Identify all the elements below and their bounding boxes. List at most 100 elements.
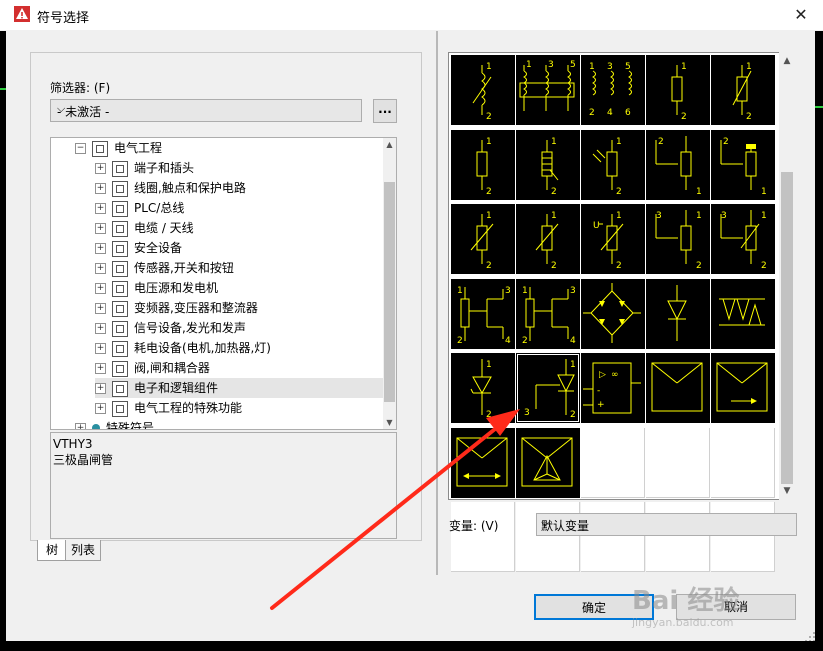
expand-icon[interactable]: + — [75, 423, 86, 429]
scroll-up-icon[interactable]: ▲ — [383, 138, 396, 151]
watermark-text: Bai 经验 — [632, 586, 740, 616]
empty-cell — [711, 427, 775, 498]
expand-icon[interactable]: + — [95, 303, 106, 314]
potentiometer-cell[interactable]: 21 — [646, 129, 710, 200]
coil-triple-cell[interactable]: 1 3 5 2 4 6 — [581, 55, 645, 125]
tree-node-label: PLC/总线 — [134, 201, 185, 215]
scroll-thumb[interactable] — [384, 182, 395, 402]
trimmer-resistor-cell[interactable]: 12 — [451, 204, 515, 274]
solar-cell-cell[interactable] — [646, 353, 710, 423]
resistor-cell[interactable]: 12 — [646, 55, 710, 125]
close-button[interactable]: ✕ — [786, 2, 816, 28]
expand-icon[interactable]: + — [95, 283, 106, 294]
bridge-rectifier-cell[interactable] — [581, 278, 645, 349]
svg-text:2: 2 — [616, 261, 622, 271]
scroll-down-icon[interactable]: ▼ — [383, 416, 396, 429]
cad-canvas-bottom — [0, 641, 823, 651]
grid-scrollbar[interactable]: ▲ ▼ — [779, 52, 795, 500]
expand-icon[interactable]: + — [95, 403, 106, 414]
tree-node[interactable]: + 电缆 / 天线 — [95, 218, 383, 238]
solar-cell-triangle-cell[interactable] — [516, 427, 580, 498]
svg-text:1: 1 — [486, 137, 492, 147]
symbol-grid[interactable]: 12135135246121212121221211212U1231231213… — [448, 52, 780, 572]
transformer-multi-cell[interactable]: 1 3 5 — [516, 55, 580, 125]
expand-icon[interactable]: + — [95, 223, 106, 234]
expand-icon[interactable]: + — [95, 243, 106, 254]
svg-text:3: 3 — [656, 211, 662, 221]
expand-icon[interactable]: + — [95, 183, 106, 194]
tree-node-label: 信号设备,发光和发声 — [134, 321, 246, 335]
filter-dropdown[interactable]: - 未激活 - ⌵ — [50, 99, 362, 122]
tree-node[interactable]: + 传感器,开关和按钮 — [95, 258, 383, 278]
fuse-resistor-cell[interactable]: 12 — [516, 129, 580, 200]
panel-splitter[interactable] — [436, 31, 438, 575]
op-amp-cell[interactable]: ▷ ∞ - + — [581, 353, 645, 423]
scroll-up-icon[interactable]: ▲ — [779, 54, 795, 69]
heater-resistor-cell[interactable]: 12 — [451, 129, 515, 200]
potentiometer-adjust-cell[interactable]: 21 — [711, 129, 775, 200]
filter-browse-button[interactable]: ... — [373, 99, 397, 123]
tree-node[interactable]: + 安全设备 — [95, 238, 383, 258]
trim-pot-3pin-cell[interactable]: 3 1 2 — [711, 204, 775, 274]
empty-cell — [451, 502, 515, 572]
expand-icon[interactable]: + — [95, 343, 106, 354]
svg-text:▷: ▷ — [599, 370, 606, 380]
scroll-thumb[interactable] — [781, 172, 793, 484]
chevron-down-icon: ⌵ — [57, 102, 66, 115]
chevron-down-icon: ⌵ — [541, 516, 550, 529]
diode-cell[interactable] — [646, 278, 710, 349]
tree-scrollbar[interactable]: ▲ ▼ — [383, 138, 396, 429]
photo-resistor-cell[interactable]: 12 — [581, 129, 645, 200]
expand-icon[interactable]: + — [95, 323, 106, 334]
variable-resistor-cell[interactable]: 12 — [711, 55, 775, 125]
tree-node-root[interactable]: − 电气工程 — [75, 138, 162, 158]
tree-node[interactable]: + 电压源和发电机 — [95, 278, 383, 298]
svg-text:2: 2 — [681, 112, 687, 122]
watermark-url: jingyan.baidu.com — [632, 616, 734, 629]
tree-node[interactable]: + 信号设备,发光和发声 — [95, 318, 383, 338]
category-tree[interactable]: − 电气工程 + 端子和插头 + 线圈,触点和保护电路 + PLC/总线 + 电缆 / 天线 + 安… — [50, 137, 397, 430]
rheostat-cell[interactable]: 12 — [516, 204, 580, 274]
inductor-variable-cell[interactable]: 12 — [451, 55, 515, 125]
svg-text:3: 3 — [721, 211, 727, 221]
diac-cell[interactable] — [711, 278, 775, 349]
tab-tree[interactable]: 树 — [37, 540, 67, 561]
tree-node[interactable]: + 变频器,变压器和整流器 — [95, 298, 383, 318]
svg-text:2: 2 — [761, 261, 767, 271]
scroll-down-icon[interactable]: ▼ — [779, 484, 795, 499]
varistor-cell[interactable]: U 1 2 — [581, 204, 645, 274]
empty-cell — [581, 427, 645, 498]
variant-dropdown[interactable]: 默认变量 ⌵ — [536, 513, 797, 536]
svg-text:1: 1 — [551, 137, 557, 147]
tab-list[interactable]: 列表 — [65, 540, 101, 561]
relay-4pin-cell[interactable]: 1 3 2 4 — [451, 278, 515, 349]
expand-icon[interactable]: + — [95, 363, 106, 374]
expand-icon[interactable]: + — [95, 203, 106, 214]
tree-node[interactable]: + 电气工程的特殊功能 — [95, 398, 383, 418]
expand-icon[interactable]: + — [95, 263, 106, 274]
svg-text:2: 2 — [746, 112, 752, 122]
svg-text:2: 2 — [522, 336, 528, 346]
tree-node[interactable]: + 线圈,触点和保护电路 — [95, 178, 383, 198]
tree-node[interactable]: + 电子和逻辑组件 — [95, 378, 383, 398]
solar-cell-arrow-cell[interactable] — [711, 353, 775, 423]
tree-node-special[interactable]: + 特殊符号 — [75, 418, 154, 429]
potentiometer-3pin-cell[interactable]: 3 1 2 — [646, 204, 710, 274]
relay-4pin-alt-cell[interactable]: 1 3 2 4 — [516, 278, 580, 349]
svg-text:1: 1 — [570, 360, 576, 370]
tree-node-label: 传感器,开关和按钮 — [134, 261, 234, 275]
cad-guide-left — [0, 88, 6, 90]
zener-diode-cell[interactable]: 12 — [451, 353, 515, 423]
solar-cell-bidirectional-cell[interactable] — [451, 427, 515, 498]
tree-node-label: 阀,闸和耦合器 — [134, 361, 210, 375]
tree-node-label: 电气工程的特殊功能 — [134, 401, 243, 415]
expand-icon[interactable]: + — [95, 383, 106, 394]
collapse-icon[interactable]: − — [75, 143, 86, 154]
tree-node[interactable]: + 端子和插头 — [95, 158, 383, 178]
tree-node[interactable]: + 耗电设备(电机,加热器,灯) — [95, 338, 383, 358]
tree-node[interactable]: + PLC/总线 — [95, 198, 383, 218]
svg-text:2: 2 — [589, 108, 595, 118]
thyristor-triode-cell[interactable]: 1 3 2 — [516, 353, 580, 423]
expand-icon[interactable]: + — [95, 163, 106, 174]
tree-node[interactable]: + 阀,闸和耦合器 — [95, 358, 383, 378]
